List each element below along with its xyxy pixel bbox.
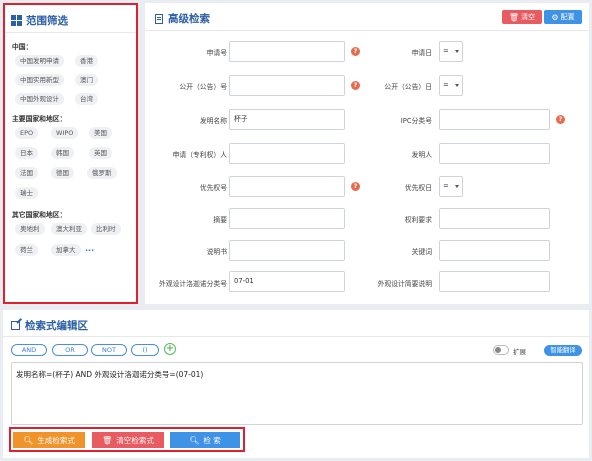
trash-icon: 🗑 xyxy=(508,12,520,22)
label-application-number: 申请号 xyxy=(206,49,227,57)
clear-button[interactable]: 🗑 清空 xyxy=(502,10,542,24)
description-input[interactable] xyxy=(229,240,345,261)
group-label-china: 中国： xyxy=(12,43,33,51)
tag-taiwan[interactable]: 台湾 xyxy=(75,93,98,105)
search-icon: 🔍︎ xyxy=(189,435,200,445)
expand-toggle[interactable] xyxy=(493,345,509,355)
application-date-operator[interactable]: = xyxy=(439,41,463,62)
chevron-down-icon xyxy=(455,50,459,53)
chevron-down-icon xyxy=(455,185,459,188)
tag-australia[interactable]: 澳大利亚 xyxy=(51,223,87,235)
label-publication-date: 公开（公告）日 xyxy=(384,83,432,91)
tag-switzerland[interactable]: 瑞士 xyxy=(15,187,38,199)
search-button[interactable]: 🔍︎ 检 索 xyxy=(170,432,240,448)
tag-wipo[interactable]: WIPO xyxy=(51,127,79,139)
tag-netherlands[interactable]: 荷兰 xyxy=(15,244,38,256)
tag-hongkong[interactable]: 香港 xyxy=(75,55,98,67)
doc-icon xyxy=(155,13,163,24)
tag-cn-design[interactable]: 中国外观设计 xyxy=(15,93,64,105)
editor-title: 检索式编辑区 xyxy=(11,318,88,333)
not-button[interactable]: NOT xyxy=(91,344,127,356)
label-priority-number: 优先权号 xyxy=(199,184,227,192)
group-label-major: 主要国家和地区： xyxy=(12,115,67,123)
label-applicant: 申请（专利权）人 xyxy=(172,151,227,159)
tag-russia[interactable]: 俄罗斯 xyxy=(87,167,117,179)
generate-query-button[interactable]: 🔍︎ 生成检索式 xyxy=(13,432,85,448)
label-priority-date: 优先权日 xyxy=(404,184,432,192)
parentheses-button[interactable]: () xyxy=(131,344,159,356)
chevron-down-icon xyxy=(455,84,459,87)
tag-france[interactable]: 法国 xyxy=(15,167,38,179)
label-abstract: 摘要 xyxy=(213,216,227,224)
tag-cn-utility[interactable]: 中国实用新型 xyxy=(15,74,64,86)
clear-query-button[interactable]: 🗑 清空检索式 xyxy=(92,432,164,448)
label-title: 发明名称 xyxy=(199,117,227,125)
or-button[interactable]: OR xyxy=(52,344,88,356)
publication-date-operator[interactable]: = xyxy=(439,75,463,96)
tag-belgium[interactable]: 比利时 xyxy=(91,223,121,235)
tag-japan[interactable]: 日本 xyxy=(15,147,38,159)
config-button[interactable]: ⚙ 配置 xyxy=(544,10,582,24)
question-icon[interactable]: ? xyxy=(351,81,360,90)
divider xyxy=(3,336,589,337)
tag-usa[interactable]: 美国 xyxy=(89,127,112,139)
tag-austria[interactable]: 奥地利 xyxy=(15,223,45,235)
locarno-class-input[interactable]: 07-01 xyxy=(229,271,345,292)
tag-uk[interactable]: 英国 xyxy=(89,147,112,159)
trash-icon: 🗑 xyxy=(102,435,113,445)
search-icon: 🔍︎ xyxy=(23,435,34,445)
publication-number-input[interactable] xyxy=(229,75,345,96)
translate-button[interactable]: 智能翻译 xyxy=(544,345,582,356)
filter-panel: 范围筛选 中国： 中国发明申请 香港 中国实用新型 澳门 中国外观设计 台湾 主… xyxy=(3,3,138,304)
advanced-search-panel: 高级检索 🗑 清空 ⚙ 配置 申请号 ? 申请日 = 公开（公告）号 ? 公开（… xyxy=(145,3,589,304)
inventor-input[interactable] xyxy=(439,143,550,164)
group-label-other: 其它国家和地区： xyxy=(12,211,67,219)
title-input[interactable]: 杯子 xyxy=(229,109,345,130)
abstract-input[interactable] xyxy=(229,208,345,229)
question-icon[interactable]: ? xyxy=(351,47,360,56)
actions-highlight: 🔍︎ 生成检索式 🗑 清空检索式 🔍︎ 检 索 xyxy=(9,427,245,452)
tag-canada[interactable]: 加拿大 xyxy=(51,244,81,256)
label-locarno-class: 外观设计洛迦诺分类号 xyxy=(159,280,227,288)
tag-germany[interactable]: 德国 xyxy=(51,167,74,179)
tag-epo[interactable]: EPO xyxy=(15,127,39,139)
query-textarea[interactable]: 发明名称=(杯子) AND 外观设计洛迦诺分类号=(07-01) xyxy=(11,362,583,425)
ipc-input[interactable] xyxy=(439,109,550,130)
keywords-input[interactable] xyxy=(439,240,550,261)
label-description: 说明书 xyxy=(206,248,227,256)
filter-title: 范围筛选 xyxy=(11,13,68,28)
applicant-input[interactable] xyxy=(229,143,345,164)
priority-number-input[interactable] xyxy=(229,176,345,197)
advanced-search-title: 高级检索 xyxy=(155,11,210,26)
application-number-input[interactable] xyxy=(229,41,345,62)
tag-korea[interactable]: 韩国 xyxy=(51,147,74,159)
label-keywords: 关键词 xyxy=(411,248,432,256)
tag-macau[interactable]: 澳门 xyxy=(75,74,98,86)
label-claims: 权利要求 xyxy=(404,216,432,224)
plus-icon[interactable]: + xyxy=(164,343,176,355)
claims-input[interactable] xyxy=(439,208,550,229)
query-editor-panel: 检索式编辑区 AND OR NOT () + 扩展 智能翻译 发明名称=(杯子)… xyxy=(3,310,589,458)
question-icon[interactable]: ? xyxy=(556,115,565,124)
tag-cn-invention[interactable]: 中国发明申请 xyxy=(15,55,64,67)
priority-date-operator[interactable]: = xyxy=(439,176,463,197)
and-button[interactable]: AND xyxy=(11,344,47,356)
label-ipc: IPC分类号 xyxy=(400,117,432,125)
expand-label: 扩展 xyxy=(513,348,526,356)
label-inventor: 发明人 xyxy=(411,151,432,159)
divider xyxy=(145,30,589,31)
grid-icon xyxy=(11,15,22,26)
more-link[interactable]: ... xyxy=(85,244,94,253)
label-application-date: 申请日 xyxy=(411,49,432,57)
label-design-brief: 外观设计简要说明 xyxy=(377,280,432,288)
pen-icon xyxy=(11,321,20,330)
label-publication-number: 公开（公告）号 xyxy=(179,83,227,91)
gear-icon: ⚙ xyxy=(551,12,559,22)
question-icon[interactable]: ? xyxy=(351,182,360,191)
design-brief-input[interactable] xyxy=(439,271,550,292)
divider xyxy=(5,32,136,33)
